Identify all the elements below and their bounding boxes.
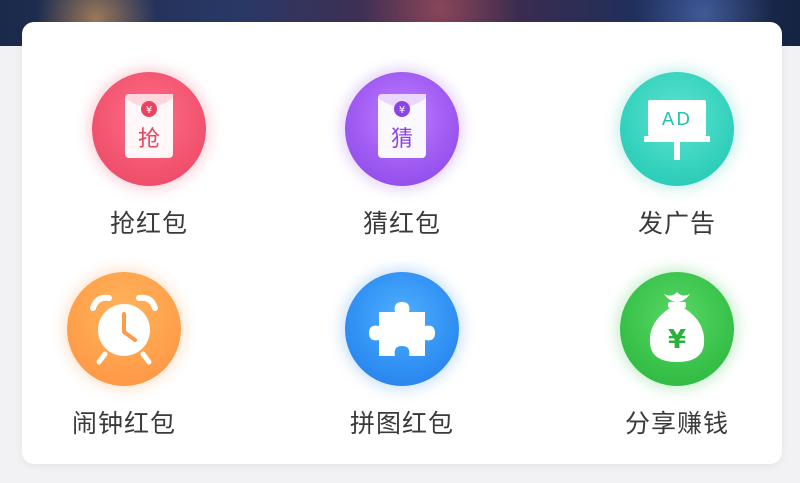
svg-text:AD: AD — [662, 109, 692, 130]
alarm-clock-icon — [67, 272, 181, 386]
grab-red-packet-button[interactable]: ¥ 抢 抢红包 — [49, 72, 249, 262]
grab-red-packet-icon: ¥ 抢 — [92, 72, 206, 186]
svg-text:抢: 抢 — [138, 127, 160, 152]
svg-text:¥: ¥ — [668, 325, 686, 355]
alarm-red-packet-button[interactable]: 闹钟红包 — [24, 272, 224, 462]
share-earn-label: 分享赚钱 — [624, 409, 729, 438]
grab-red-packet-label: 抢红包 — [109, 209, 188, 238]
puzzle-red-packet-label: 拼图红包 — [349, 409, 454, 438]
alarm-red-packet-label: 闹钟红包 — [71, 409, 176, 438]
post-ad-button[interactable]: AD 发广告 — [577, 72, 777, 262]
puzzle-piece-icon — [345, 272, 459, 386]
svg-text:¥: ¥ — [146, 105, 152, 116]
svg-text:¥: ¥ — [399, 105, 405, 116]
share-earn-button[interactable]: ¥ 分享赚钱 — [577, 272, 777, 462]
guess-red-packet-label: 猜红包 — [362, 209, 441, 238]
feature-grid-card: ¥ 抢 抢红包 ¥ 猜 猜红包 AD 发广告 闹钟红包 拼图红包 ¥ 分享赚钱 — [22, 22, 782, 464]
guess-red-packet-icon: ¥ 猜 — [345, 72, 459, 186]
svg-text:猜: 猜 — [391, 127, 413, 152]
puzzle-red-packet-button[interactable]: 拼图红包 — [302, 272, 502, 462]
money-bag-icon: ¥ — [620, 272, 734, 386]
post-ad-label: 发广告 — [637, 209, 716, 238]
guess-red-packet-button[interactable]: ¥ 猜 猜红包 — [302, 72, 502, 262]
ad-billboard-icon: AD — [620, 72, 734, 186]
